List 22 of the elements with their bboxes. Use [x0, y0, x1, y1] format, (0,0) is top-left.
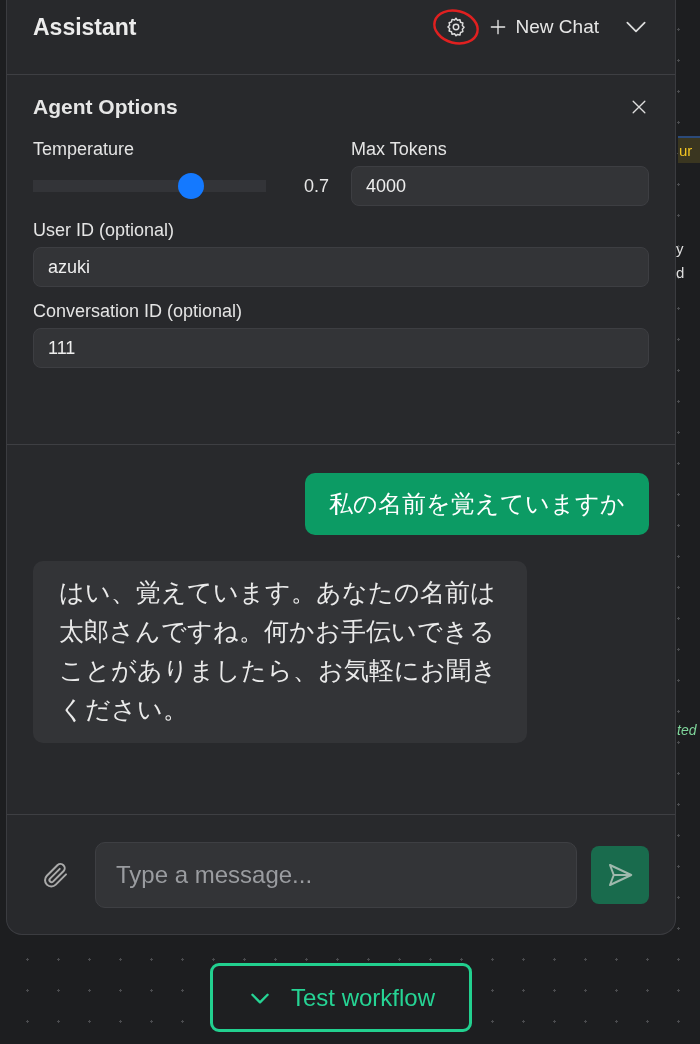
node-text: ted [677, 722, 697, 738]
assistant-message: はい、覚えています。あなたの名前は太郎さんですね。何かお手伝いできることがありましたら、お気軽にお聞きください。 [33, 561, 527, 743]
node-text: d [676, 264, 685, 281]
panel-title: Assistant [33, 13, 137, 41]
field-label: Max Tokens [351, 139, 448, 160]
section-title: Agent Options [33, 95, 178, 119]
field-label: User ID (optional) [33, 220, 176, 241]
new-chat-button[interactable]: New Chat [487, 16, 599, 38]
field-label: Conversation ID (optional) [33, 301, 244, 322]
node-tag: ur [678, 136, 700, 163]
user-message: 私の名前を覚えていますか [305, 473, 649, 535]
test-workflow-button[interactable]: Test workflow [210, 963, 472, 1032]
message-input[interactable]: Type a message... [95, 841, 577, 908]
slider-thumb[interactable] [178, 173, 205, 199]
input-field[interactable]: 4000 [351, 166, 649, 206]
node-text: y [676, 240, 684, 257]
input-field[interactable]: 111 [33, 328, 649, 368]
slider-value: 0.7 [304, 175, 330, 197]
field-label: Temperature [33, 139, 136, 160]
input-field[interactable]: azuki [33, 247, 649, 287]
send-button[interactable] [591, 845, 649, 904]
settings-icon[interactable] [444, 16, 467, 38]
